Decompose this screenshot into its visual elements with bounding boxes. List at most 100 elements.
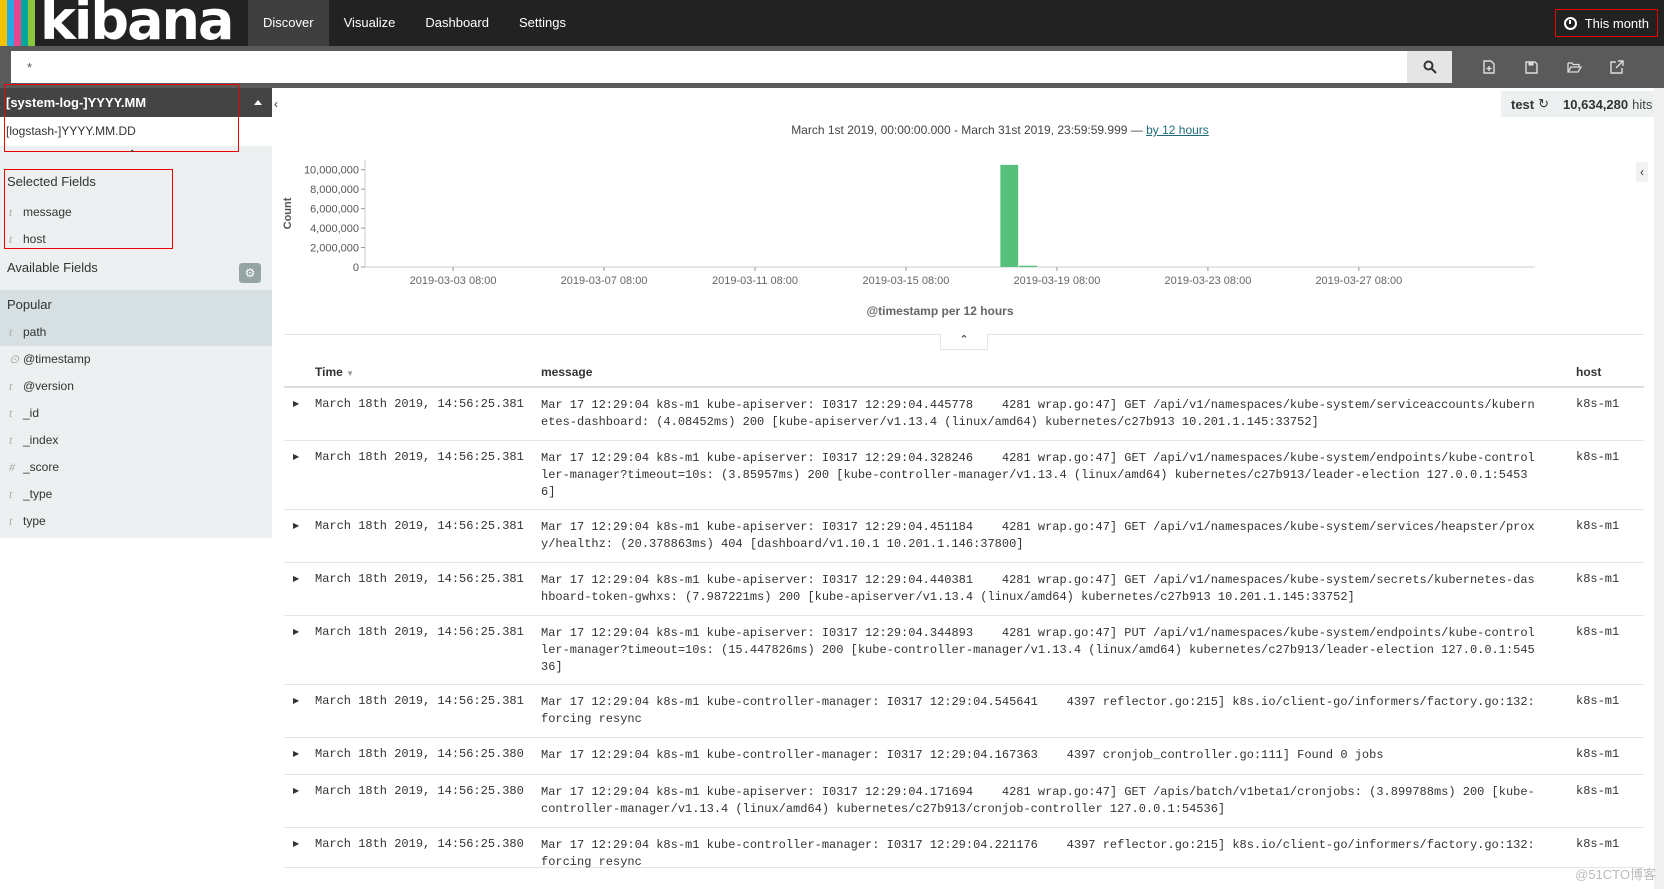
kibana-logo[interactable]: kibana — [0, 0, 240, 46]
cell-host: k8s-m1 — [1576, 837, 1620, 851]
field-name: path — [23, 325, 47, 339]
table-row[interactable]: ▶ March 18th 2019, 14:56:25.381 Mar 17 12:… — [284, 685, 1644, 738]
table-header: Time ▼ message host — [284, 358, 1644, 388]
field-item-score[interactable]: # _score — [0, 454, 272, 481]
available-fields-title: Available Fields — [7, 260, 98, 275]
index-pattern-selector[interactable]: [system-log-]YYYY.MM — [0, 88, 272, 117]
field-name: _index — [23, 433, 59, 447]
tab-discover[interactable]: Discover — [248, 0, 329, 46]
time-range-text: March 1st 2019, 00:00:00.000 - March 31s… — [600, 123, 1400, 137]
cell-message: Mar 17 12:29:04 k8s-m1 kube-apiserver: I… — [541, 626, 1535, 674]
nav-tabs: Discover Visualize Dashboard Settings — [248, 0, 581, 46]
column-header-message[interactable]: message — [541, 365, 592, 379]
cell-message: Mar 17 12:29:04 k8s-m1 kube-apiserver: I… — [541, 520, 1535, 551]
field-item-host[interactable]: t host — [0, 226, 272, 253]
field-item-id[interactable]: t _id — [0, 400, 272, 427]
gear-icon[interactable]: ⚙ — [239, 263, 261, 283]
table-row[interactable]: ▶ March 18th 2019, 14:56:25.381 Mar 17 12:… — [284, 441, 1644, 510]
search-icon — [1423, 60, 1437, 74]
histogram-bar — [1019, 265, 1038, 267]
expand-caret-icon[interactable]: ▶ — [293, 452, 299, 461]
table-row[interactable]: ▶ March 18th 2019, 14:56:25.380 Mar 17 12:… — [284, 738, 1644, 775]
expand-caret-icon[interactable]: ▶ — [293, 749, 299, 758]
cell-message: Mar 17 12:29:04 k8s-m1 kube-apiserver: I… — [541, 451, 1535, 499]
field-type-icon: t — [9, 406, 13, 420]
logo-bar — [7, 0, 14, 46]
index-pattern-selected: [system-log-]YYYY.MM — [6, 95, 147, 110]
table-row[interactable]: ▶ March 18th 2019, 14:56:25.380 Mar 17 12:… — [284, 775, 1644, 828]
cell-time: March 18th 2019, 14:56:25.381 — [315, 397, 524, 411]
time-range-label: March 1st 2019, 00:00:00.000 - March 31s… — [791, 123, 1143, 137]
expand-caret-icon[interactable]: ▶ — [293, 839, 299, 848]
field-item-version[interactable]: t @version — [0, 373, 272, 400]
field-item-index[interactable]: t _index — [0, 427, 272, 454]
cell-message: Mar 17 12:29:04 k8s-m1 kube-controller-m… — [541, 695, 1542, 726]
table-row[interactable]: ▶ March 18th 2019, 14:56:25.381 Mar 17 12:… — [284, 616, 1644, 685]
table-row[interactable]: ▶ March 18th 2019, 14:56:25.380 Mar 17 12:… — [284, 828, 1644, 869]
y-tick-label: 8,000,000 — [310, 184, 359, 196]
field-name: _score — [23, 460, 60, 474]
x-tick-label: 2019-03-03 08:00 — [410, 275, 497, 287]
index-pattern-option[interactable]: [logstash-]YYYY.MM.DD — [0, 117, 272, 146]
expand-caret-icon[interactable]: ▶ — [293, 574, 299, 583]
field-type-icon: t — [9, 379, 13, 393]
chevron-left-icon[interactable]: ‹ — [274, 97, 278, 111]
cell-time: March 18th 2019, 14:56:25.381 — [315, 694, 524, 708]
field-sidebar: [system-log-]YYYY.MM [logstash-]YYYY.MM.… — [0, 84, 272, 538]
x-tick-label: 2019-03-27 08:00 — [1315, 275, 1402, 287]
field-item-message[interactable]: t message — [0, 199, 272, 226]
table-row[interactable]: ▶ March 18th 2019, 14:56:25.381 Mar 17 12:… — [284, 388, 1644, 441]
logo-bar — [21, 0, 28, 46]
save-icon[interactable] — [1522, 58, 1540, 76]
field-type-icon: t — [9, 232, 13, 246]
new-search-icon[interactable] — [1480, 58, 1498, 76]
cell-host: k8s-m1 — [1576, 694, 1620, 708]
expand-caret-icon[interactable]: ▶ — [293, 521, 299, 530]
expand-caret-icon[interactable]: ▶ — [293, 696, 299, 705]
timepicker-button[interactable]: This month — [1554, 9, 1658, 37]
chevron-up-icon[interactable]: ⌃ — [128, 149, 136, 160]
popular-heading: Popular — [0, 290, 272, 319]
cell-message: Mar 17 12:29:04 k8s-m1 kube-controller-m… — [541, 748, 1384, 762]
field-name: _id — [23, 406, 40, 420]
chevron-left-icon[interactable]: ‹ — [1636, 162, 1648, 182]
cell-time: March 18th 2019, 14:56:25.380 — [315, 784, 524, 798]
y-tick-label: 6,000,000 — [310, 204, 359, 216]
x-tick-label: 2019-03-19 08:00 — [1014, 275, 1101, 287]
tab-settings[interactable]: Settings — [504, 0, 581, 46]
field-item-path[interactable]: t path — [0, 319, 272, 346]
field-item-type[interactable]: t _type — [0, 481, 272, 508]
expand-caret-icon[interactable]: ▶ — [293, 399, 299, 408]
tab-visualize[interactable]: Visualize — [329, 0, 411, 46]
y-tick-label: 10,000,000 — [304, 165, 359, 177]
column-header-host[interactable]: host — [1576, 365, 1601, 379]
table-row[interactable]: ▶ March 18th 2019, 14:56:25.381 Mar 17 12:… — [284, 510, 1644, 563]
field-item-timestamp[interactable]: ⊙ @timestamp — [0, 346, 272, 373]
table-row[interactable]: ▶ March 18th 2019, 14:56:25.381 Mar 17 12:… — [284, 563, 1644, 616]
y-tick-label: 0 — [353, 262, 359, 274]
scrollbar[interactable] — [1654, 88, 1664, 889]
interval-link[interactable]: by 12 hours — [1146, 123, 1209, 137]
tab-dashboard[interactable]: Dashboard — [410, 0, 504, 46]
field-item-type[interactable]: t type — [0, 508, 272, 535]
open-icon[interactable] — [1565, 58, 1583, 76]
field-type-icon: t — [9, 514, 13, 528]
x-tick-label: 2019-03-15 08:00 — [863, 275, 950, 287]
expand-caret-icon[interactable]: ▶ — [293, 627, 299, 636]
search-input[interactable] — [11, 51, 1407, 83]
expand-caret-icon[interactable]: ▶ — [293, 786, 299, 795]
column-header-time[interactable]: Time ▼ — [315, 365, 354, 379]
chevron-up-icon[interactable]: ⌃ — [940, 334, 988, 350]
field-type-icon: # — [9, 460, 15, 474]
watermark: @51CTO博客 — [1575, 867, 1656, 882]
field-type-icon: t — [9, 433, 13, 447]
logo-bar — [0, 0, 7, 46]
clock-icon — [1563, 16, 1577, 30]
logo-bar — [28, 0, 35, 46]
share-icon[interactable] — [1608, 58, 1626, 76]
reload-icon[interactable]: ↻ — [1538, 96, 1549, 112]
documents-table: Time ▼ message host ▶ March 18th 2019, 14… — [284, 358, 1644, 869]
timepicker-label: This month — [1584, 15, 1649, 31]
cell-time: March 18th 2019, 14:56:25.381 — [315, 519, 524, 533]
search-button[interactable] — [1407, 51, 1452, 83]
